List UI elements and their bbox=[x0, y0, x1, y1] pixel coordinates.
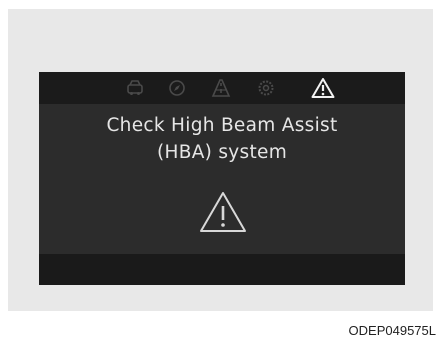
bottom-status-bar bbox=[39, 254, 405, 285]
warning-icon bbox=[311, 78, 335, 98]
cluster-display: Check High Beam Assist (HBA) system bbox=[39, 72, 405, 285]
compass-icon bbox=[169, 80, 185, 96]
message-panel: Check High Beam Assist (HBA) system bbox=[39, 104, 405, 254]
lane-icon bbox=[211, 79, 231, 97]
message-line-2: (HBA) system bbox=[156, 142, 288, 163]
message-line-1: Check High Beam Assist bbox=[106, 115, 338, 136]
car-icon bbox=[127, 80, 143, 95]
mode-icon-bar bbox=[39, 72, 405, 104]
gear-icon bbox=[258, 80, 274, 96]
figure-code: ODEP049575L bbox=[348, 323, 436, 338]
warning-icon bbox=[200, 192, 246, 232]
